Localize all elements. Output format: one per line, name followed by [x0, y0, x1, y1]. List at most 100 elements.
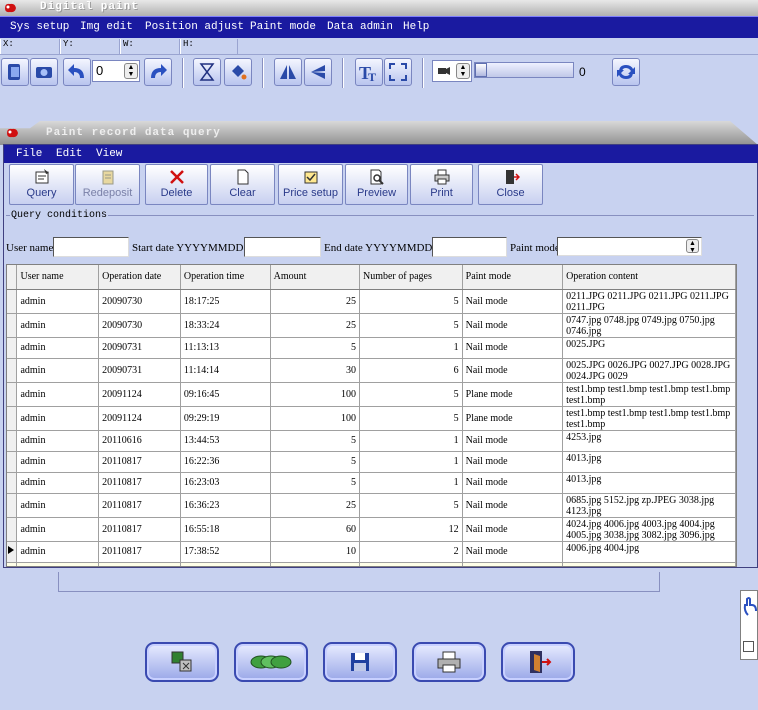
clear-button[interactable]: Clear	[210, 164, 275, 205]
table-cell[interactable]: admin	[16, 541, 100, 563]
table-cell[interactable]: 20110616	[98, 430, 181, 452]
table-cell[interactable]: 16:22:36	[180, 451, 271, 473]
table-cell[interactable]: 20110817	[98, 517, 181, 542]
table-row[interactable]: admin 20090730 18:17:25 25 5 Nail mode 0211.JP…	[7, 289, 736, 314]
table-cell[interactable]: Nail mode	[462, 313, 564, 338]
money-button[interactable]	[234, 642, 308, 682]
table-row[interactable]: admin 20110817 17:38:52 10 2 Nail mode 4006.jp…	[7, 541, 736, 563]
table-cell[interactable]: Nail mode	[462, 337, 564, 359]
brush-spin-icon[interactable]: ▲ ▼	[456, 63, 470, 79]
table-cell[interactable]: 0747.jpg 0748.jpg 0749.jpg 0750.jpg 0746…	[562, 313, 736, 338]
save-button[interactable]	[323, 642, 397, 682]
close-button[interactable]: Close	[478, 164, 543, 205]
table-cell[interactable]: 25	[270, 493, 360, 518]
table-cell[interactable]: 5	[359, 493, 463, 518]
table-cell[interactable]: 0211.JPG 0211.JPG 0211.JPG 0211.JPG 0211…	[562, 289, 736, 314]
menu-help[interactable]: Help	[403, 21, 429, 33]
menu-edit[interactable]: Edit	[56, 148, 82, 160]
table-cell[interactable]: 1	[359, 337, 463, 359]
table-cell[interactable]: Nail mode	[462, 451, 564, 473]
table-cell[interactable]: 5	[270, 451, 360, 473]
table-row[interactable]: admin 20110817 16:22:36 5 1 Nail mode 4013.jpg	[7, 451, 736, 473]
print-button[interactable]: Print	[410, 164, 473, 205]
table-cell[interactable]: Nail mode	[462, 493, 564, 518]
table-cell[interactable]: 60	[270, 517, 360, 542]
brush-shape-select[interactable]: ▲ ▼	[432, 60, 472, 82]
table-cell[interactable]: 09:29:19	[180, 406, 271, 431]
table-cell[interactable]: 25	[270, 313, 360, 338]
menu-sys-setup[interactable]: Sys setup	[10, 21, 69, 33]
text-button[interactable]: TT	[355, 58, 383, 86]
table-cell[interactable]: Nail mode	[462, 430, 564, 452]
table-cell[interactable]: 20110817	[98, 541, 181, 563]
table-cell[interactable]: 20090731	[98, 358, 181, 383]
hourglass-button[interactable]	[193, 58, 221, 86]
table-cell[interactable]: 16:36:23	[180, 493, 271, 518]
camera-button[interactable]	[30, 58, 58, 86]
paint-record-grid[interactable]: User name Operation date Operation time …	[6, 264, 737, 567]
end-date-input[interactable]	[432, 237, 507, 257]
table-cell[interactable]: admin	[16, 382, 100, 407]
table-cell[interactable]: Nail mode	[462, 541, 564, 563]
table-cell[interactable]: 4013.jpg	[562, 451, 736, 473]
table-cell[interactable]: 30	[270, 358, 360, 383]
rotate-left-button[interactable]	[63, 58, 91, 86]
start-date-input[interactable]	[244, 237, 321, 257]
table-cell[interactable]: admin	[16, 472, 100, 494]
table-row[interactable]: admin 20110817 16:55:18 60 12 Nail mode 4024.j…	[7, 517, 736, 542]
table-cell[interactable]: admin	[16, 313, 100, 338]
table-row[interactable]: admin 20090731 11:14:14 30 6 Nail mode 0025.JP…	[7, 358, 736, 383]
table-cell[interactable]: 17:38:52	[180, 541, 271, 563]
side-checkbox[interactable]	[743, 641, 754, 652]
column-header[interactable]: Operation date	[98, 265, 181, 290]
table-row[interactable]: admin 20091124 09:29:19 100 5 Plane mode test1…	[7, 406, 736, 431]
table-cell[interactable]: admin	[16, 289, 100, 314]
rotate-angle-spinner[interactable]: 0 ▲ ▼	[92, 60, 140, 82]
table-cell[interactable]: 1	[359, 430, 463, 452]
column-header[interactable]: Number of pages	[359, 265, 463, 290]
image-view-button[interactable]	[145, 642, 219, 682]
delete-button[interactable]: Delete	[145, 164, 208, 205]
table-cell[interactable]: 0025.JPG 0026.JPG 0027.JPG 0028.JPG 0024…	[562, 358, 736, 383]
table-cell[interactable]: Nail mode	[462, 472, 564, 494]
table-cell[interactable]: admin	[16, 493, 100, 518]
table-cell[interactable]: Nail mode	[462, 289, 564, 314]
table-cell[interactable]: admin	[16, 517, 100, 542]
table-cell[interactable]: 5	[270, 337, 360, 359]
table-cell[interactable]: 16:55:18	[180, 517, 271, 542]
table-cell[interactable]: 20110817	[98, 493, 181, 518]
table-cell[interactable]: 4253.jpg	[562, 430, 736, 452]
table-row[interactable]: admin 20110817 16:23:03 5 1 Nail mode 4013.jpg	[7, 472, 736, 494]
table-cell[interactable]: Nail mode	[462, 517, 564, 542]
open-image-button[interactable]	[1, 58, 29, 86]
price-setup-button[interactable]: Price setup	[278, 164, 343, 205]
table-cell[interactable]: admin	[16, 430, 100, 452]
table-cell[interactable]: 20090730	[98, 313, 181, 338]
spin-arrows-icon[interactable]: ▲ ▼	[124, 63, 138, 79]
user-name-input[interactable]	[53, 237, 129, 257]
table-cell[interactable]: 5	[359, 313, 463, 338]
printer-button[interactable]	[412, 642, 486, 682]
column-header[interactable]: Operation time	[180, 265, 271, 290]
table-cell[interactable]: 20110817	[98, 472, 181, 494]
table-cell[interactable]: 5	[270, 472, 360, 494]
table-cell[interactable]: 6	[359, 358, 463, 383]
table-cell[interactable]: 09:16:45	[180, 382, 271, 407]
table-cell[interactable]: admin	[16, 406, 100, 431]
column-header[interactable]: User name	[16, 265, 100, 290]
table-row[interactable]: admin 20090731 11:13:13 5 1 Nail mode 0025.JPG	[7, 337, 736, 359]
menu-file[interactable]: File	[16, 148, 42, 160]
menu-view[interactable]: View	[96, 148, 122, 160]
table-cell[interactable]: 25	[270, 289, 360, 314]
table-cell[interactable]: 20090730	[98, 289, 181, 314]
exit-button[interactable]	[501, 642, 575, 682]
table-cell[interactable]: test1.bmp test1.bmp test1.bmp test1.bmp …	[562, 406, 736, 431]
table-cell[interactable]: 4024.jpg 4006.jpg 4003.jpg 4004.jpg 4005…	[562, 517, 736, 542]
table-row[interactable]: admin 20110616 13:44:53 5 1 Nail mode 4253.jpg	[7, 430, 736, 452]
table-cell[interactable]: 20090731	[98, 337, 181, 359]
table-cell[interactable]: Plane mode	[462, 382, 564, 407]
table-cell[interactable]: admin	[16, 358, 100, 383]
table-row[interactable]: admin 20091124 09:16:45 100 5 Plane mode test1…	[7, 382, 736, 407]
table-cell[interactable]: 11:13:13	[180, 337, 271, 359]
table-cell[interactable]: 0685.jpg 5152.jpg zp.JPEG 3038.jpg 4123.…	[562, 493, 736, 518]
